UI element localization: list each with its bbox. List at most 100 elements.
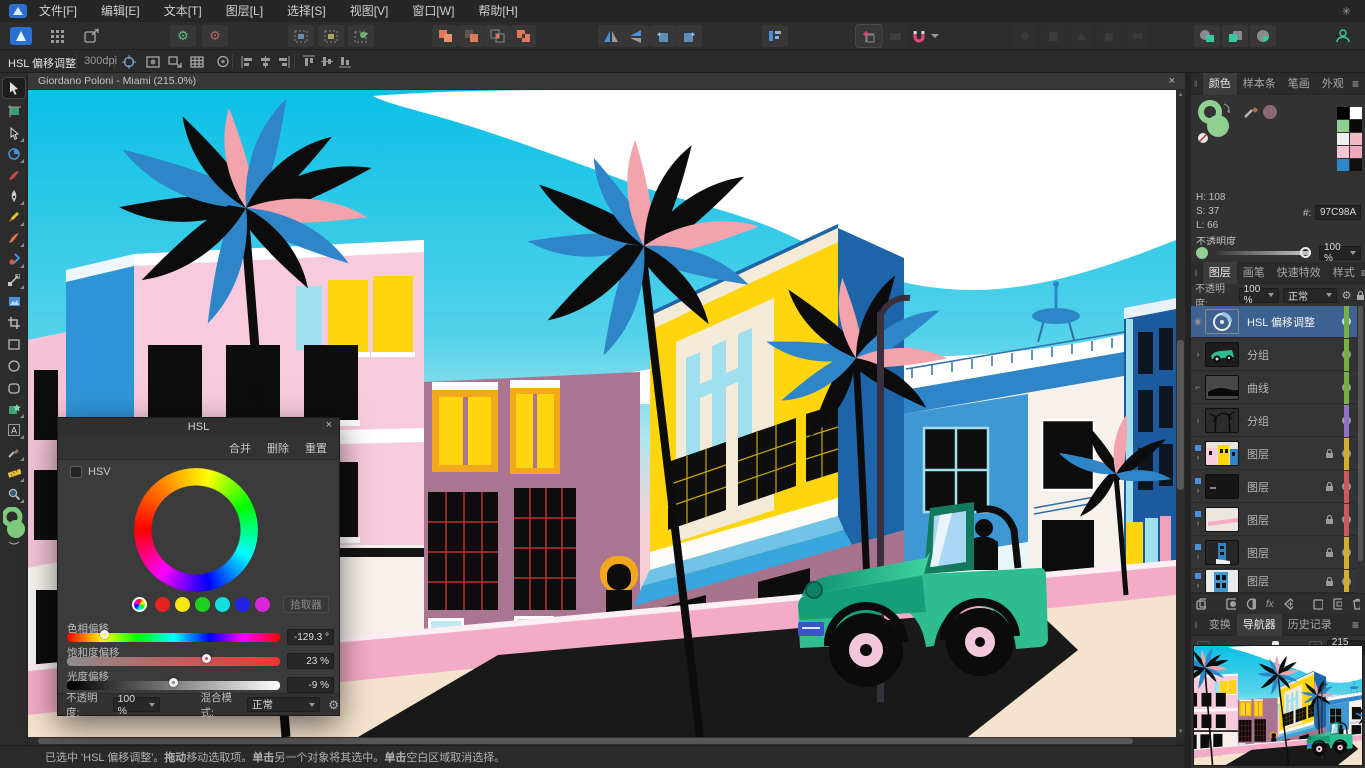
tab-brushes[interactable]: 画笔 — [1237, 262, 1271, 284]
tab-styles[interactable]: 样式 — [1327, 262, 1361, 284]
layers-lock-icon[interactable] — [1356, 290, 1365, 301]
corner-tool[interactable] — [3, 144, 25, 164]
hsl-dialog[interactable]: HSL × 合并 删除 重置 HSV 拾取器 色相偏移 -129.3 ° 饱和度… — [57, 417, 340, 716]
new-layer-icon[interactable] — [1313, 598, 1322, 610]
tab-fx[interactable]: 快速特效 — [1271, 262, 1327, 284]
delete-button[interactable]: 删除 — [267, 440, 289, 456]
tab-stroke[interactable]: 笔画 — [1282, 73, 1316, 95]
menu-help[interactable]: 帮助[H] — [466, 0, 529, 22]
align-bottom-button[interactable] — [336, 54, 354, 69]
panel-opacity-handle[interactable] — [1300, 247, 1311, 258]
layer-row-image-4[interactable]: › 图层 — [1191, 537, 1357, 569]
swatch-cell[interactable] — [1350, 146, 1362, 158]
hsv-checkbox[interactable] — [70, 466, 82, 478]
align-middle-button[interactable] — [318, 54, 336, 69]
marquee-box-2-button[interactable] — [318, 25, 344, 47]
document-close-icon[interactable]: × — [1169, 75, 1175, 87]
scale-with-object-button[interactable] — [166, 54, 184, 69]
layer-thumbnail[interactable] — [1205, 309, 1239, 334]
artboard-tool[interactable] — [3, 101, 25, 121]
expand-chevron-icon[interactable]: › — [1191, 478, 1205, 495]
layers-opacity-select[interactable]: 100 % — [1239, 288, 1279, 303]
vector-crop-tool[interactable] — [3, 313, 25, 333]
tab-color[interactable]: 颜色 — [1203, 73, 1237, 95]
trash-icon[interactable] — [1352, 598, 1360, 610]
layer-row-group-car[interactable]: › 分组 — [1191, 339, 1357, 371]
rotate-ccw-button[interactable] — [650, 25, 676, 47]
layers-panel-menu-icon[interactable]: ≡ — [1361, 266, 1365, 280]
snap-option-icon[interactable] — [882, 25, 908, 47]
swatch-cell[interactable] — [1337, 159, 1349, 171]
layer-row-image-5[interactable]: › 图层 — [1191, 570, 1357, 593]
swatch-cell[interactable] — [1337, 146, 1349, 158]
merge-button[interactable]: 合并 — [229, 440, 251, 456]
adjustment-layer-icon[interactable] — [1246, 598, 1255, 610]
vertical-scroll-thumb[interactable] — [1177, 340, 1184, 490]
align-left-button[interactable] — [238, 54, 256, 69]
layer-thumbnail[interactable] — [1205, 474, 1239, 499]
layer-thumbnail[interactable] — [1205, 570, 1239, 593]
hsl-dialog-titlebar[interactable]: HSL × — [58, 418, 339, 436]
layer-row-group-palms[interactable]: › 分组 — [1191, 405, 1357, 437]
yellow-swatch[interactable] — [175, 597, 190, 612]
transparency-tool[interactable] — [3, 165, 25, 185]
panel-grip-icon[interactable]: ‖ — [1194, 268, 1199, 278]
fill-stroke-indicator-icon[interactable] — [1196, 100, 1240, 144]
layer-thumbnail[interactable] — [1205, 507, 1239, 532]
lock-icon[interactable] — [1325, 448, 1334, 459]
reset-button[interactable]: 重置 — [305, 440, 327, 456]
cycle-selection-button[interactable] — [144, 54, 162, 69]
layer-thumbnail[interactable] — [1205, 441, 1239, 466]
tab-navigator[interactable]: 导航器 — [1237, 614, 1282, 636]
cyan-swatch[interactable] — [215, 597, 230, 612]
mask-layer-icon[interactable] — [1226, 598, 1236, 610]
paint-brush-tool[interactable] — [3, 249, 25, 269]
align-top-button[interactable] — [300, 54, 318, 69]
swatch-cell[interactable] — [1337, 107, 1349, 119]
move-tool[interactable] — [3, 78, 25, 98]
color-picker-row-icon[interactable] — [1243, 103, 1279, 121]
lock-icon[interactable] — [1325, 514, 1334, 525]
duplicate-layers-icon[interactable] — [1196, 598, 1206, 610]
hue-wheel[interactable] — [134, 468, 258, 592]
horizontal-scroll-thumb[interactable] — [38, 738, 1133, 744]
swatch-cell[interactable] — [1337, 133, 1349, 145]
node-tool[interactable] — [3, 123, 25, 143]
tab-swatches[interactable]: 样本条 — [1237, 73, 1282, 95]
zoom-tool[interactable] — [3, 484, 25, 504]
dialog-settings-gear-icon[interactable]: ⚙ — [328, 698, 339, 712]
layer-row-image-2[interactable]: › 图层 — [1191, 471, 1357, 503]
pencil-tool[interactable] — [3, 207, 25, 227]
lock-icon[interactable] — [1325, 547, 1334, 558]
menu-file[interactable]: 文件[F] — [27, 0, 89, 22]
magenta-swatch[interactable] — [255, 597, 270, 612]
layer-effects-icon[interactable]: fx — [1266, 599, 1274, 610]
layer-row-image-1[interactable]: › 图层 — [1191, 438, 1357, 470]
layer-row-curves[interactable]: ⌐ 曲线 — [1191, 372, 1357, 404]
scroll-up-icon[interactable]: ▲ — [1176, 90, 1185, 100]
hex-input[interactable]: 97C98A — [1315, 205, 1361, 220]
saturation-shift-value[interactable]: 23 % — [287, 653, 334, 669]
layer-thumbnail[interactable] — [1205, 375, 1239, 400]
edit-all-layers-button[interactable] — [214, 54, 232, 69]
boolean-subtract-button[interactable] — [458, 25, 484, 47]
tab-appearance[interactable]: 外观 — [1316, 73, 1350, 95]
snap-options-chevron[interactable] — [928, 25, 942, 47]
swatch-cell[interactable] — [1350, 107, 1362, 119]
place-image-tool[interactable] — [3, 291, 25, 311]
new-group-icon[interactable] — [1333, 598, 1342, 610]
rotate-cw-button[interactable] — [676, 25, 702, 47]
lock-icon[interactable] — [1325, 481, 1334, 492]
hue-shift-slider[interactable] — [67, 633, 280, 642]
menu-text[interactable]: 文本[T] — [152, 0, 214, 22]
swatch-cell[interactable] — [1350, 133, 1362, 145]
menu-layer[interactable]: 图层[L] — [214, 0, 275, 22]
settings-button[interactable]: ⚙ — [202, 25, 228, 47]
swatch-cell[interactable] — [1337, 120, 1349, 132]
rectangle-tool[interactable] — [3, 334, 25, 354]
insert-behind-button[interactable] — [1194, 25, 1220, 47]
panel-grip-icon[interactable]: ‖ — [1194, 79, 1199, 89]
grid-toggle-button[interactable] — [188, 54, 206, 69]
align-center-h-button[interactable] — [256, 54, 274, 69]
tab-history[interactable]: 历史记录 — [1282, 614, 1338, 636]
